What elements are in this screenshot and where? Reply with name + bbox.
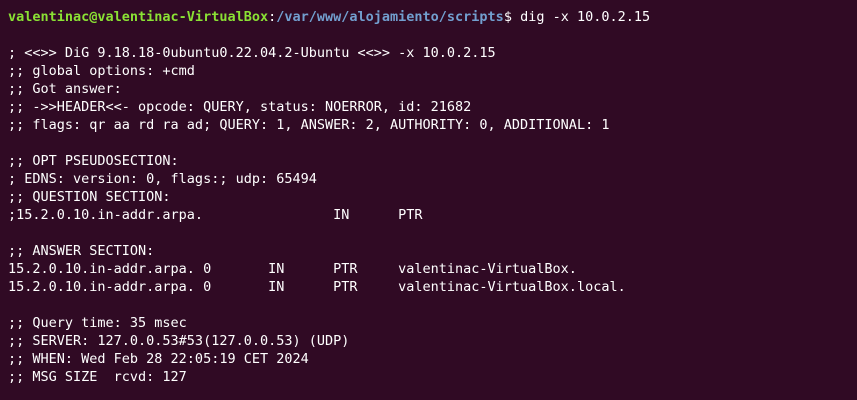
output-line: ; <<>> DiG 9.18.18-0ubuntu0.22.04.2-Ubun… — [8, 45, 496, 61]
output-line: ;; global options: +cmd — [8, 63, 195, 79]
output-line: ;; Got answer: — [8, 81, 122, 97]
output-line: ;; OPT PSEUDOSECTION: — [8, 153, 179, 169]
output-line: ;; flags: qr aa rd ra ad; QUERY: 1, ANSW… — [8, 117, 610, 133]
terminal-window[interactable]: valentinac@valentinac-VirtualBox:/var/ww… — [0, 0, 857, 400]
prompt-dollar: $ — [503, 9, 512, 25]
prompt-path: /var/www/alojamiento/scripts — [276, 9, 504, 25]
prompt-separator: : — [268, 9, 277, 25]
output-line: ;; ANSWER SECTION: — [8, 243, 155, 259]
command-prompt-line: valentinac@valentinac-VirtualBox:/var/ww… — [8, 8, 857, 26]
prompt-user-host: valentinac@valentinac-VirtualBox — [8, 9, 269, 25]
output-line: 15.2.0.10.in-addr.arpa. 0 IN PTR valenti… — [8, 279, 626, 295]
output-line: ;; ->>HEADER<<- opcode: QUERY, status: N… — [8, 99, 472, 115]
output-line: ;; SERVER: 127.0.0.53#53(127.0.0.53) (UD… — [8, 333, 350, 349]
command-text: dig -x 10.0.2.15 — [520, 9, 651, 25]
output-line: ;; WHEN: Wed Feb 28 22:05:19 CET 2024 — [8, 351, 309, 367]
output-line: ;; QUESTION SECTION: — [8, 189, 171, 205]
output-line: 15.2.0.10.in-addr.arpa. 0 IN PTR valenti… — [8, 261, 577, 277]
output-line: ;; MSG SIZE rcvd: 127 — [8, 369, 187, 385]
output-line: ; EDNS: version: 0, flags:; udp: 65494 — [8, 171, 317, 187]
output-line: ;; Query time: 35 msec — [8, 315, 187, 331]
output-line: ;15.2.0.10.in-addr.arpa. IN PTR — [8, 207, 423, 223]
